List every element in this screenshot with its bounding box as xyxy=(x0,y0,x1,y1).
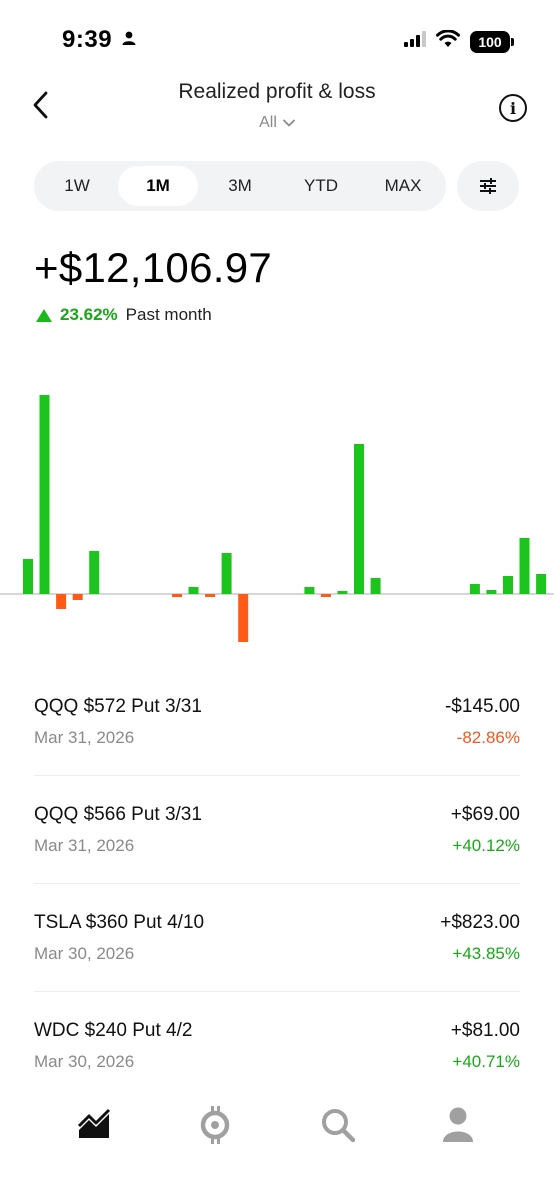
chart-bar-gain[interactable] xyxy=(23,559,33,594)
trade-date: Mar 31, 2026 xyxy=(34,836,135,855)
trade-amount: +$69.00 xyxy=(450,804,520,825)
pl-bar-chart xyxy=(0,395,554,642)
chart-bar-gain[interactable] xyxy=(89,551,100,594)
chart-bar-gain[interactable] xyxy=(503,576,513,594)
filter-settings-button[interactable] xyxy=(457,161,519,211)
trade-amount: +$823.00 xyxy=(440,912,520,933)
list-item[interactable]: QQQ $572 Put 3/31 Mar 31, 2026 -$145.00 … xyxy=(34,668,520,776)
chart-trend-icon xyxy=(77,1108,111,1138)
trade-percent: +40.71% xyxy=(452,1052,520,1071)
sliders-icon xyxy=(480,178,496,194)
info-icon: i xyxy=(509,98,517,118)
chart-bar-gain[interactable] xyxy=(337,591,348,594)
chart-bar-gain[interactable] xyxy=(221,553,232,594)
chart-bar-gain[interactable] xyxy=(39,395,50,594)
tab-1w[interactable]: 1W xyxy=(37,166,117,206)
chart-bar-gain[interactable] xyxy=(188,587,199,594)
trade-amount: -$145.00 xyxy=(444,696,520,717)
account-icon xyxy=(443,1107,473,1142)
chevron-down-icon xyxy=(282,119,295,127)
battery-indicator: 100 xyxy=(470,30,514,53)
tab-3m[interactable]: 3M xyxy=(200,166,280,206)
page-title: Realized profit & loss xyxy=(178,80,376,103)
chart-bar-gain[interactable] xyxy=(370,578,381,594)
chart-bar-gain[interactable] xyxy=(469,584,480,594)
trade-date: Mar 31, 2026 xyxy=(34,728,135,747)
trade-date: Mar 30, 2026 xyxy=(34,1052,135,1071)
bottom-navigation xyxy=(0,1085,554,1165)
chart-bar-loss[interactable] xyxy=(56,594,67,609)
chart-bar-gain[interactable] xyxy=(304,587,315,594)
chart-bar-loss[interactable] xyxy=(72,594,83,600)
change-percent: 23.62% xyxy=(60,305,118,324)
nav-account[interactable] xyxy=(435,1102,481,1148)
status-time: 9:39 xyxy=(62,26,113,53)
list-item[interactable]: QQQ $566 Put 3/31 Mar 31, 2026 +$69.00 +… xyxy=(34,776,520,884)
wifi-icon xyxy=(436,29,460,53)
chart-bar-gain[interactable] xyxy=(486,590,497,594)
tab-ytd[interactable]: YTD xyxy=(281,166,361,206)
trade-list: QQQ $572 Put 3/31 Mar 31, 2026 -$145.00 … xyxy=(34,668,520,1100)
account-filter-label: All xyxy=(259,114,277,131)
account-filter-dropdown[interactable]: All xyxy=(0,114,554,132)
trade-name: WDC $240 Put 4/2 xyxy=(34,1020,193,1041)
nav-investing[interactable] xyxy=(72,1102,118,1148)
status-bar: 9:39 100 xyxy=(0,0,554,80)
trade-name: QQQ $572 Put 3/31 xyxy=(34,696,202,717)
trade-percent: +43.85% xyxy=(452,944,520,963)
chart-bar-gain[interactable] xyxy=(519,538,530,594)
cellular-signal-icon xyxy=(404,31,426,52)
chart-bar-gain[interactable] xyxy=(536,574,547,594)
trade-percent: +40.12% xyxy=(452,836,520,855)
chart-bar-loss[interactable] xyxy=(172,594,182,597)
tab-1m[interactable]: 1M xyxy=(118,166,198,206)
search-icon xyxy=(322,1109,356,1143)
trade-percent: -82.86% xyxy=(456,728,520,747)
status-indicators: 100 xyxy=(404,29,514,53)
trade-amount: +$81.00 xyxy=(450,1020,520,1041)
up-triangle-icon xyxy=(36,308,52,322)
time-range-tabs: 1W 1M 3M YTD MAX xyxy=(34,161,446,211)
list-item[interactable]: TSLA $360 Put 4/10 Mar 30, 2026 +$823.00… xyxy=(34,884,520,992)
change-period-label: Past month xyxy=(125,305,212,324)
chart-bar-loss[interactable] xyxy=(238,594,249,642)
change-summary: 23.62% Past month xyxy=(36,305,212,325)
tab-max[interactable]: MAX xyxy=(363,166,443,206)
nav-search[interactable] xyxy=(315,1102,361,1148)
list-item[interactable]: WDC $240 Put 4/2 Mar 30, 2026 +$81.00 +4… xyxy=(34,992,520,1100)
crypto-icon xyxy=(200,1106,230,1144)
info-button[interactable]: i xyxy=(499,94,527,122)
person-icon xyxy=(122,31,136,50)
chart-bar-loss[interactable] xyxy=(205,594,216,597)
realized-pl-total: +$12,106.97 xyxy=(34,244,273,291)
chart-bar-gain[interactable] xyxy=(354,444,364,594)
chart-bar-loss[interactable] xyxy=(320,594,331,597)
trade-name: QQQ $566 Put 3/31 xyxy=(34,804,202,825)
trade-date: Mar 30, 2026 xyxy=(34,944,135,963)
trade-name: TSLA $360 Put 4/10 xyxy=(34,912,205,933)
nav-crypto[interactable] xyxy=(192,1102,238,1148)
